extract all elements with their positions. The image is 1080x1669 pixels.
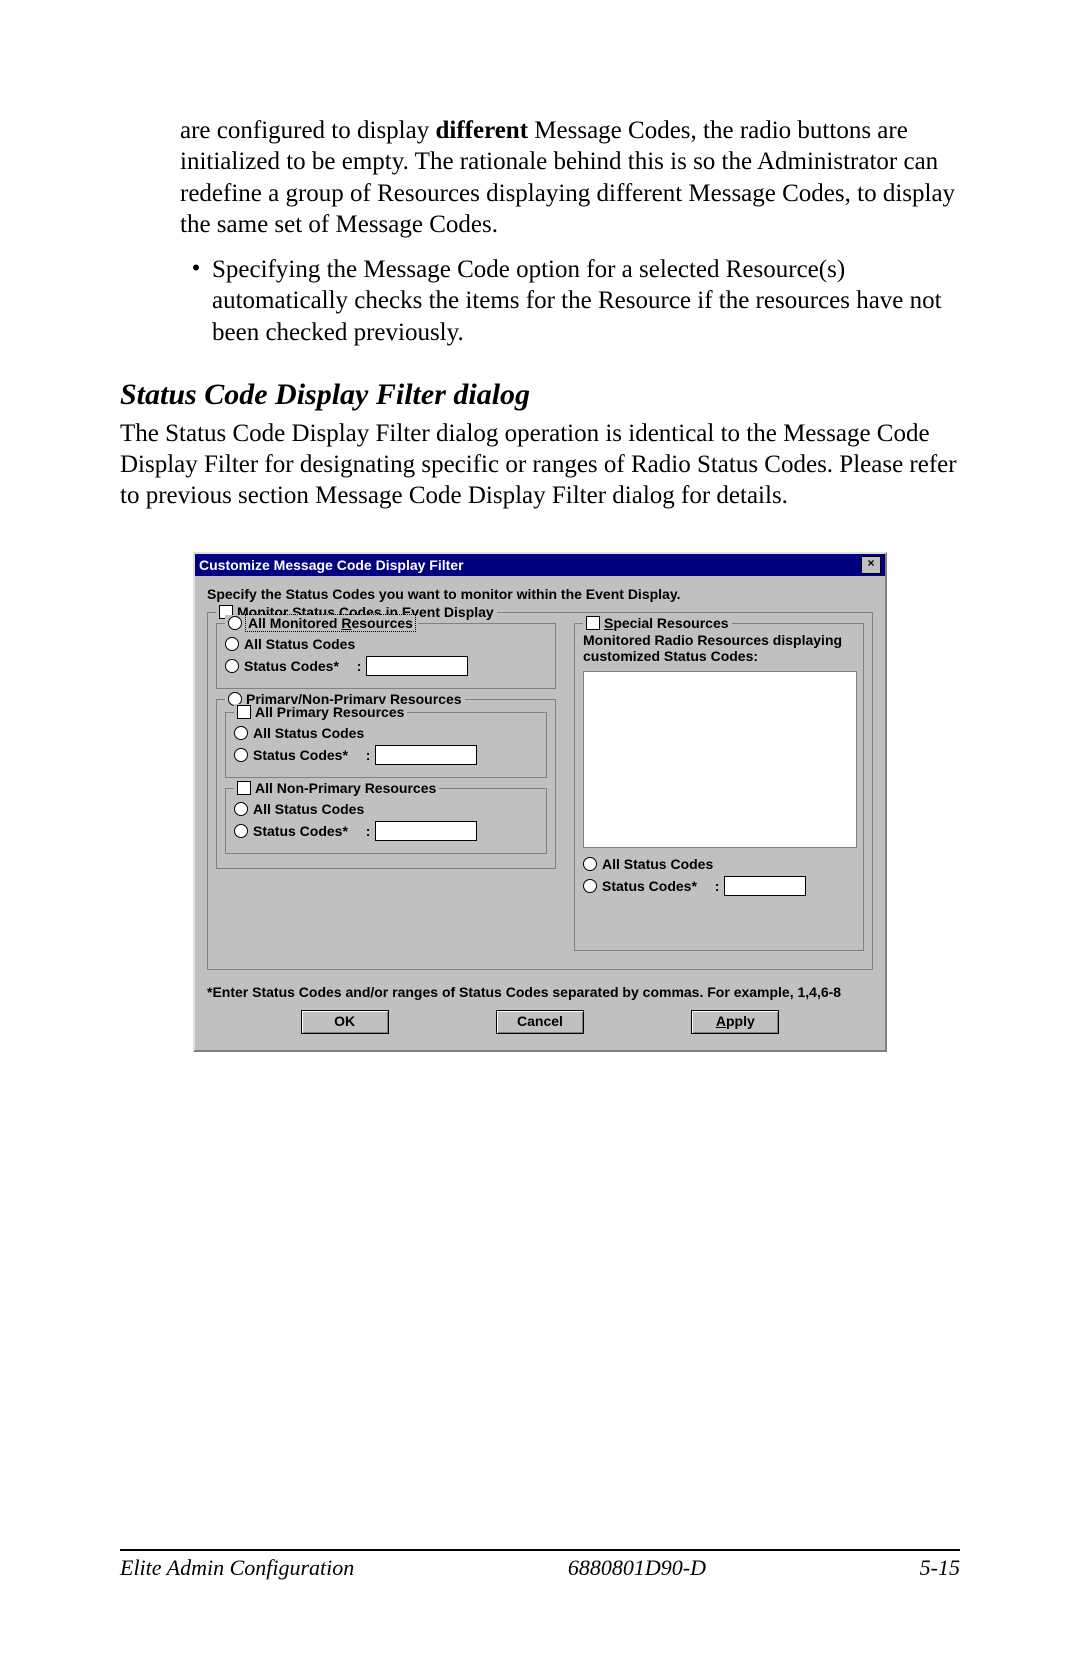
checkbox-icon[interactable] [237, 781, 251, 795]
checkbox-icon[interactable] [586, 616, 600, 630]
bullet-item: • Specifying the Message Code option for… [180, 254, 960, 348]
text: are configured to display [180, 117, 435, 144]
label: Status Codes* [244, 658, 339, 674]
status-codes-input[interactable] [375, 745, 477, 765]
label: All Status Codes [253, 801, 364, 817]
resources-listbox[interactable] [583, 671, 857, 848]
checkbox-icon[interactable] [237, 705, 251, 719]
radio-icon[interactable] [234, 824, 248, 838]
status-codes-input[interactable] [366, 656, 468, 676]
radio-icon[interactable] [234, 726, 248, 740]
special-desc: Monitored Radio Resources displaying cus… [583, 632, 855, 666]
all-monitored-group: All Monitored Resources All Status Codes… [216, 623, 556, 689]
text-bold: different [435, 117, 528, 144]
label: All Status Codes [253, 725, 364, 741]
page-footer: Elite Admin Configuration 6880801D90-D 5… [120, 1549, 960, 1581]
label: : [715, 878, 720, 894]
radio-icon[interactable] [228, 616, 242, 630]
dialog-window: Customize Message Code Display Filter × … [193, 552, 887, 1052]
footer-right: 5-15 [920, 1555, 960, 1581]
status-codes-radio[interactable]: Status Codes* : [225, 656, 547, 676]
special-legend[interactable]: Special Resources [583, 615, 732, 631]
bullet-dot: • [180, 254, 212, 348]
label: All Primary Resources [255, 704, 404, 720]
status-codes-radio[interactable]: Status Codes* : [234, 745, 538, 765]
label: Status Codes* [253, 747, 348, 763]
titlebar[interactable]: Customize Message Code Display Filter × [195, 554, 885, 576]
label: : [357, 658, 362, 674]
all-nonprimary-legend[interactable]: All Non-Primary Resources [234, 780, 439, 796]
radio-icon[interactable] [583, 879, 597, 893]
dialog-title: Customize Message Code Display Filter [199, 557, 861, 573]
all-status-radio[interactable]: All Status Codes [225, 636, 547, 652]
special-group: Special Resources Monitored Radio Resour… [574, 623, 864, 951]
all-status-radio[interactable]: All Status Codes [583, 856, 855, 872]
status-codes-radio[interactable]: Status Codes* : [583, 876, 855, 896]
paragraph-continuation: are configured to display different Mess… [180, 115, 960, 240]
all-primary-legend[interactable]: All Primary Resources [234, 704, 407, 720]
cancel-button[interactable]: Cancel [496, 1010, 584, 1034]
label: All Status Codes [244, 636, 355, 652]
all-primary-group: All Primary Resources All Status Codes S… [225, 712, 547, 778]
apply-button[interactable]: Apply [691, 1010, 779, 1034]
footer-left: Elite Admin Configuration [120, 1555, 354, 1581]
all-status-radio[interactable]: All Status Codes [234, 725, 538, 741]
radio-icon[interactable] [225, 659, 239, 673]
pnp-group: Primary/Non-Primary Resources All Primar… [216, 699, 556, 869]
label: Status Codes* [253, 823, 348, 839]
dialog-instruction: Specify the Status Codes you want to mon… [207, 586, 873, 602]
label: Status Codes* [602, 878, 697, 894]
status-codes-input[interactable] [724, 876, 806, 896]
close-icon[interactable]: × [861, 556, 881, 574]
label: All Status Codes [602, 856, 713, 872]
all-monitored-legend[interactable]: All Monitored Resources [225, 615, 418, 631]
status-codes-radio[interactable]: Status Codes* : [234, 821, 538, 841]
label: : [366, 747, 371, 763]
radio-icon[interactable] [234, 748, 248, 762]
label: : [366, 823, 371, 839]
bullet-text: Specifying the Message Code option for a… [212, 254, 960, 348]
paragraph: The Status Code Display Filter dialog op… [120, 418, 960, 512]
radio-icon[interactable] [583, 857, 597, 871]
footer-center: 6880801D90-D [568, 1555, 706, 1581]
monitor-group: Monitor Status Codes in Event Display Al… [207, 612, 873, 970]
ok-button[interactable]: OK [301, 1010, 389, 1034]
status-codes-input[interactable] [375, 821, 477, 841]
radio-icon[interactable] [225, 637, 239, 651]
label: All Non-Primary Resources [255, 780, 436, 796]
all-status-radio[interactable]: All Status Codes [234, 801, 538, 817]
section-heading: Status Code Display Filter dialog [120, 378, 960, 412]
radio-icon[interactable] [234, 802, 248, 816]
all-nonprimary-group: All Non-Primary Resources All Status Cod… [225, 788, 547, 854]
hint-text: *Enter Status Codes and/or ranges of Sta… [207, 984, 873, 1000]
